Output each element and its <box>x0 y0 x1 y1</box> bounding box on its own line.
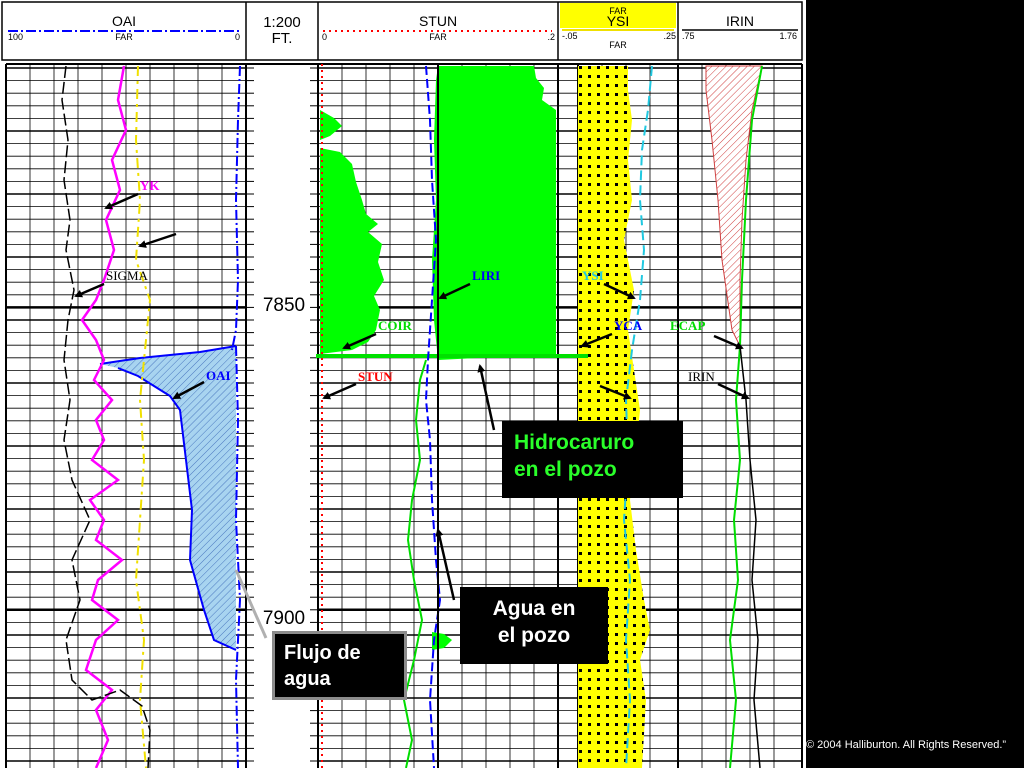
oai-header-label: OAI <box>112 13 136 29</box>
ysi-units: FAR <box>609 40 627 50</box>
ysi-scale-right: .25 <box>663 31 676 41</box>
ysi-label: YSI <box>582 268 604 283</box>
water-flow-callout: Flujo de agua <box>272 631 407 700</box>
log-header: OAI 100 FAR 0 1:200 FT. STUN 0 FAR .2 FA… <box>1 1 803 61</box>
yca-label: YCA <box>614 318 643 333</box>
oai-scale-left: 100 <box>8 32 23 42</box>
copyright-notice: © 2004 Halliburton. All Rights Reserved.… <box>806 739 1007 751</box>
coir-label: COIR <box>378 318 413 333</box>
hydrocarbon-callout-line1: Hidrocaruro <box>514 431 635 454</box>
irin-scale-right: 1.76 <box>779 31 797 41</box>
oai-label: OAI <box>206 368 231 383</box>
flow-callout-line1: Flujo de <box>284 642 361 664</box>
water-callout-line1: Agua en <box>492 597 576 620</box>
stun-scale-left: 0 <box>322 32 327 42</box>
depth-label-7850: 7850 <box>263 295 305 316</box>
stun-label: STUN <box>358 369 393 384</box>
ecap-label: ECAP <box>670 318 705 333</box>
hydrocarbon-fill-right <box>432 66 556 360</box>
depth-scale: 1:200 <box>263 14 301 31</box>
water-callout-line2: el pozo <box>497 624 571 647</box>
water-in-well-callout: Agua en el pozo <box>460 587 608 664</box>
sigma-label: SIGMA <box>106 268 149 283</box>
oai-scale-right: 0 <box>235 32 240 42</box>
stun-units: FAR <box>429 32 447 42</box>
stun-scale-right: .2 <box>547 32 555 42</box>
ysi-scale-left: -.05 <box>562 31 578 41</box>
ysi-header-label: YSI <box>607 13 630 29</box>
hydrocarbon-callout-line2: en el pozo <box>514 458 617 481</box>
irin-header-label: IRIN <box>726 13 754 29</box>
stun-header-label: STUN <box>419 13 457 29</box>
oai-units: FAR <box>115 32 133 42</box>
hydrocarbon-callout: Hidrocaruro en el pozo <box>502 421 683 498</box>
flow-callout-line2: agua <box>284 668 331 690</box>
depth-units: FT. <box>272 30 293 47</box>
irin-scale-left: .75 <box>682 31 695 41</box>
depth-label-7900: 7900 <box>263 608 305 629</box>
liri-label: LIRI <box>472 268 500 283</box>
yk-label: YK <box>140 178 160 193</box>
irin-label: IRIN <box>688 369 715 384</box>
